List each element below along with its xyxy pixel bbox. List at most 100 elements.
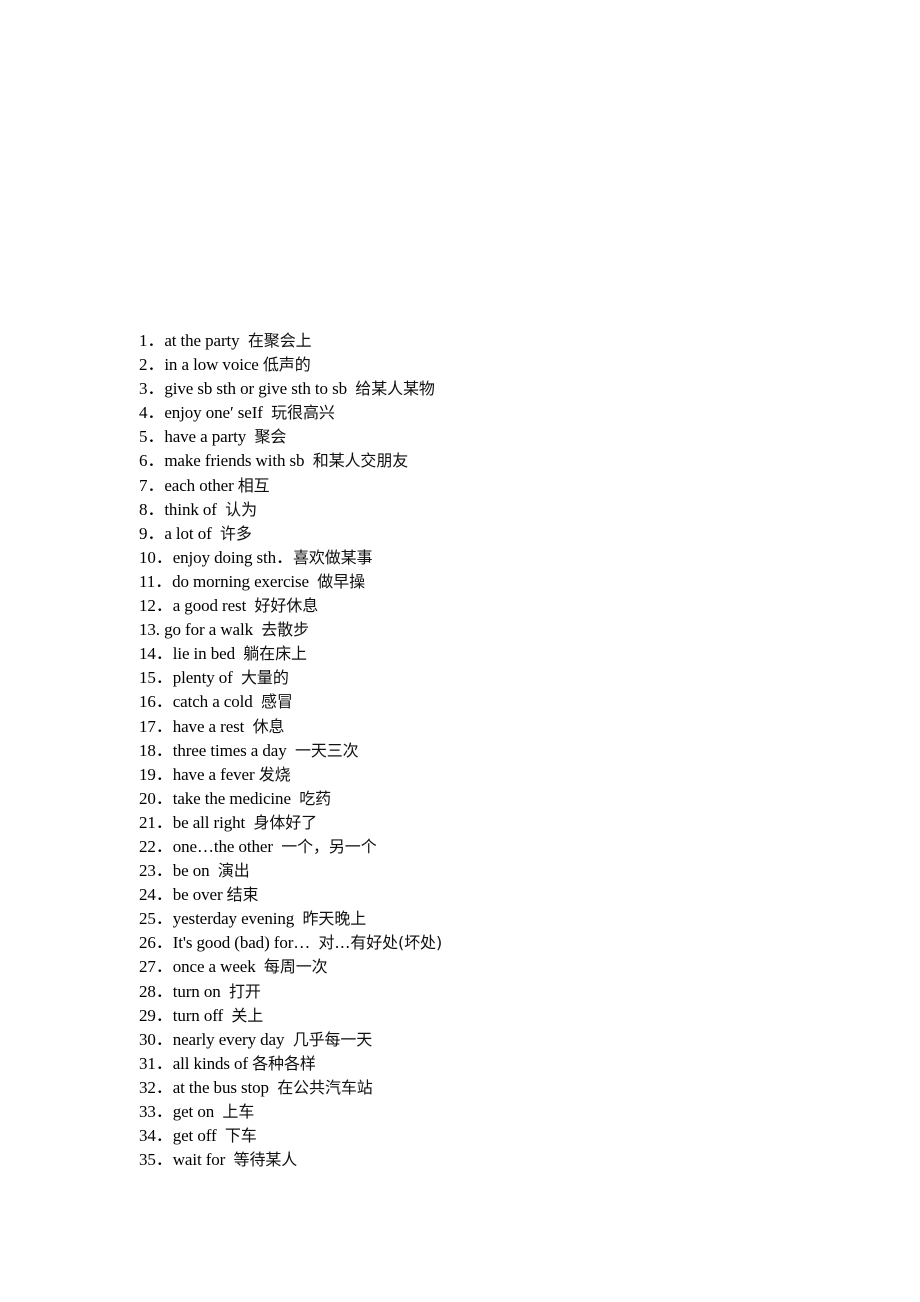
phrase-english: plenty of xyxy=(172,668,242,688)
phrase-number: 21． xyxy=(139,812,173,832)
phrase-chinese: 各种各样 xyxy=(252,1053,316,1073)
phrase-chinese: 下车 xyxy=(224,1126,257,1146)
phrase-chinese: 给某人某物 xyxy=(355,379,435,399)
phrase-chinese: 等待某人 xyxy=(233,1150,298,1170)
phrase-item: 19．have a fever 发烧 xyxy=(139,763,442,787)
phrase-english: be all right xyxy=(172,812,254,832)
phrase-number: 13. xyxy=(139,620,165,640)
phrase-number: 25． xyxy=(139,909,173,929)
phrase-english: nearly every day xyxy=(172,1029,293,1049)
phrase-number: 35． xyxy=(139,1150,173,1170)
phrase-chinese: 发烧 xyxy=(258,764,291,784)
phrase-english: a lot of xyxy=(164,523,220,543)
phrase-item: 13. go for a walk 去散步 xyxy=(139,618,442,642)
phrase-chinese: 喜欢做某事 xyxy=(292,547,373,567)
phrase-english: be on xyxy=(172,861,218,881)
phrase-chinese: 好好休息 xyxy=(254,596,319,616)
phrase-english: get off xyxy=(172,1126,225,1146)
document-page: 1．at the party 在聚会上 2．in a low voice 低声的 3… xyxy=(0,0,920,1302)
phrase-number: 18． xyxy=(139,740,173,760)
phrase-item: 16．catch a cold 感冒 xyxy=(139,690,442,714)
phrase-chinese: 几乎每一天 xyxy=(292,1029,373,1049)
phrase-number: 30． xyxy=(139,1029,173,1049)
phrase-chinese: 上车 xyxy=(222,1102,255,1121)
phrase-item: 20．take the medicine 吃药 xyxy=(139,787,442,811)
phrase-number: 31． xyxy=(139,1053,173,1073)
phrase-item: 35．wait for 等待某人 xyxy=(139,1148,442,1172)
phrase-english: be over xyxy=(172,885,227,905)
phrase-item: 1．at the party 在聚会上 xyxy=(139,329,442,353)
phrase-item: 11．do morning exercise 做早操 xyxy=(139,570,442,594)
phrase-item: 26．It's good (bad) for… 对…有好处(坏处) xyxy=(139,931,442,955)
phrase-number: 6． xyxy=(139,451,165,471)
phrase-chinese: 昨天晚上 xyxy=(302,909,367,929)
phrase-chinese: 玩很高兴 xyxy=(271,403,335,423)
phrase-item: 31．all kinds of 各种各样 xyxy=(139,1052,442,1076)
phrase-chinese: 感冒 xyxy=(260,692,293,712)
phrase-list: 1．at the party 在聚会上 2．in a low voice 低声的 3… xyxy=(139,329,442,1172)
phrase-number: 14． xyxy=(139,644,173,664)
phrase-chinese: 身体好了 xyxy=(253,812,318,832)
phrase-item: 5．have a party 聚会 xyxy=(139,425,442,449)
phrase-english: have a fever xyxy=(172,764,259,784)
phrase-english: enjoy one′ seIf xyxy=(164,403,272,423)
phrase-number: 9． xyxy=(139,523,165,543)
phrase-item: 3．give sb sth or give sth to sb 给某人某物 xyxy=(139,377,442,401)
phrase-chinese: 躺在床上 xyxy=(243,644,307,664)
phrase-number: 33． xyxy=(139,1102,173,1121)
phrase-chinese: 相互 xyxy=(237,475,270,495)
phrase-item: 22．one…the other 一个，另一个 xyxy=(139,835,442,859)
phrase-english: enjoy doing sth． xyxy=(172,547,293,567)
phrase-number: 22． xyxy=(139,836,173,856)
phrase-chinese: 吃药 xyxy=(299,788,332,808)
phrase-number: 15． xyxy=(139,668,173,688)
phrase-chinese: 打开 xyxy=(228,981,261,1001)
phrase-item: 17．have a rest 休息 xyxy=(139,715,442,739)
phrase-number: 17． xyxy=(139,716,173,736)
phrase-number: 2． xyxy=(139,355,165,375)
phrase-item: 10．enjoy doing sth．喜欢做某事 xyxy=(139,546,442,570)
phrase-item: 14．lie in bed 躺在床上 xyxy=(139,642,442,666)
phrase-number: 29． xyxy=(139,1005,173,1025)
phrase-item: 33．get on 上车 xyxy=(139,1100,442,1124)
phrase-chinese: 和某人交朋友 xyxy=(312,451,409,471)
phrase-item: 27．once a week 每周一次 xyxy=(139,955,442,979)
phrase-item: 28．turn on 打开 xyxy=(139,980,442,1004)
phrase-english: lie in bed xyxy=(172,644,244,664)
phrase-english: a good rest xyxy=(172,596,255,616)
phrase-english: three times a day xyxy=(172,740,295,760)
phrase-english: give sb sth or give sth to sb xyxy=(164,379,356,399)
phrase-number: 24． xyxy=(139,885,173,905)
phrase-chinese: 一个，另一个 xyxy=(281,836,377,856)
phrase-english: get on xyxy=(172,1102,223,1121)
phrase-english: take the medicine xyxy=(172,788,300,808)
phrase-chinese: 聚会 xyxy=(254,427,287,447)
phrase-item: 18．three times a day 一天三次 xyxy=(139,739,442,763)
phrase-english: have a party xyxy=(164,427,255,447)
phrase-item: 25．yesterday evening 昨天晚上 xyxy=(139,907,442,931)
phrase-number: 34． xyxy=(139,1126,173,1146)
phrase-item: 29．turn off 关上 xyxy=(139,1004,442,1028)
phrase-english: turn off xyxy=(172,1005,232,1025)
phrase-number: 32． xyxy=(139,1077,173,1097)
phrase-english: at the bus stop xyxy=(172,1077,278,1097)
phrase-chinese: 大量的 xyxy=(241,668,289,688)
phrase-english: all kinds of xyxy=(172,1053,253,1073)
phrase-chinese: 结束 xyxy=(226,885,259,905)
phrase-item: 7．each other 相互 xyxy=(139,474,442,498)
phrase-english: catch a cold xyxy=(172,692,261,712)
phrase-chinese: 做早操 xyxy=(317,571,365,591)
phrase-english: once a week xyxy=(172,957,264,977)
phrase-number: 26． xyxy=(139,933,173,953)
phrase-english: wait for xyxy=(172,1150,234,1170)
phrase-item: 12．a good rest 好好休息 xyxy=(139,594,442,618)
phrase-english: have a rest xyxy=(172,716,253,736)
phrase-item: 9．a lot of 许多 xyxy=(139,522,442,546)
phrase-number: 27． xyxy=(139,957,173,977)
phrase-chinese: 每周一次 xyxy=(263,957,328,977)
phrase-chinese: 一天三次 xyxy=(294,740,359,760)
phrase-item: 21．be all right 身体好了 xyxy=(139,811,442,835)
phrase-item: 6．make friends with sb 和某人交朋友 xyxy=(139,449,442,473)
phrase-number: 20． xyxy=(139,788,173,808)
phrase-item: 4．enjoy one′ seIf 玩很高兴 xyxy=(139,401,442,425)
